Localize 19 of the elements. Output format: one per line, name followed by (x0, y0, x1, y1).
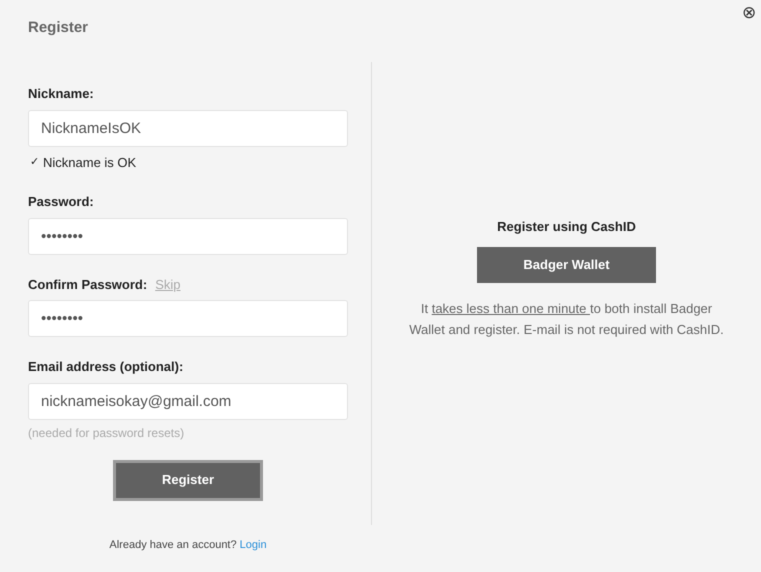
status-text: Nickname is OK (43, 154, 136, 172)
cashid-note: It takes less than one minute to both install Badger Wallet and register. E-mail is not required with CashID. (408, 300, 725, 339)
field-label: Confirm Password: (28, 276, 148, 294)
close-button[interactable]: ⊗ (742, 4, 756, 21)
cashid-heading: Register using CashID (497, 218, 636, 236)
text-field[interactable]: •••••••• (28, 300, 348, 337)
login-prompt: Already have an account? Login (109, 538, 267, 553)
check-icon: ✓ (30, 154, 39, 170)
text-field[interactable]: •••••••• (28, 218, 348, 254)
text-field[interactable]: nicknameisokay@gmail.com (28, 382, 348, 420)
dialog-title: Register (28, 18, 88, 38)
duration-link[interactable]: takes less than one minute (432, 300, 590, 316)
field-label: Nickname: (28, 85, 94, 103)
badger-wallet-button[interactable]: Badger Wallet (477, 246, 656, 282)
field-label: Email address (optional): (28, 358, 184, 376)
field-label: Password: (28, 193, 94, 211)
register-button[interactable]: Register (113, 460, 263, 500)
hint-text: (needed for password resets) (28, 424, 186, 442)
text-field[interactable]: NicknameIsOK (28, 110, 348, 146)
